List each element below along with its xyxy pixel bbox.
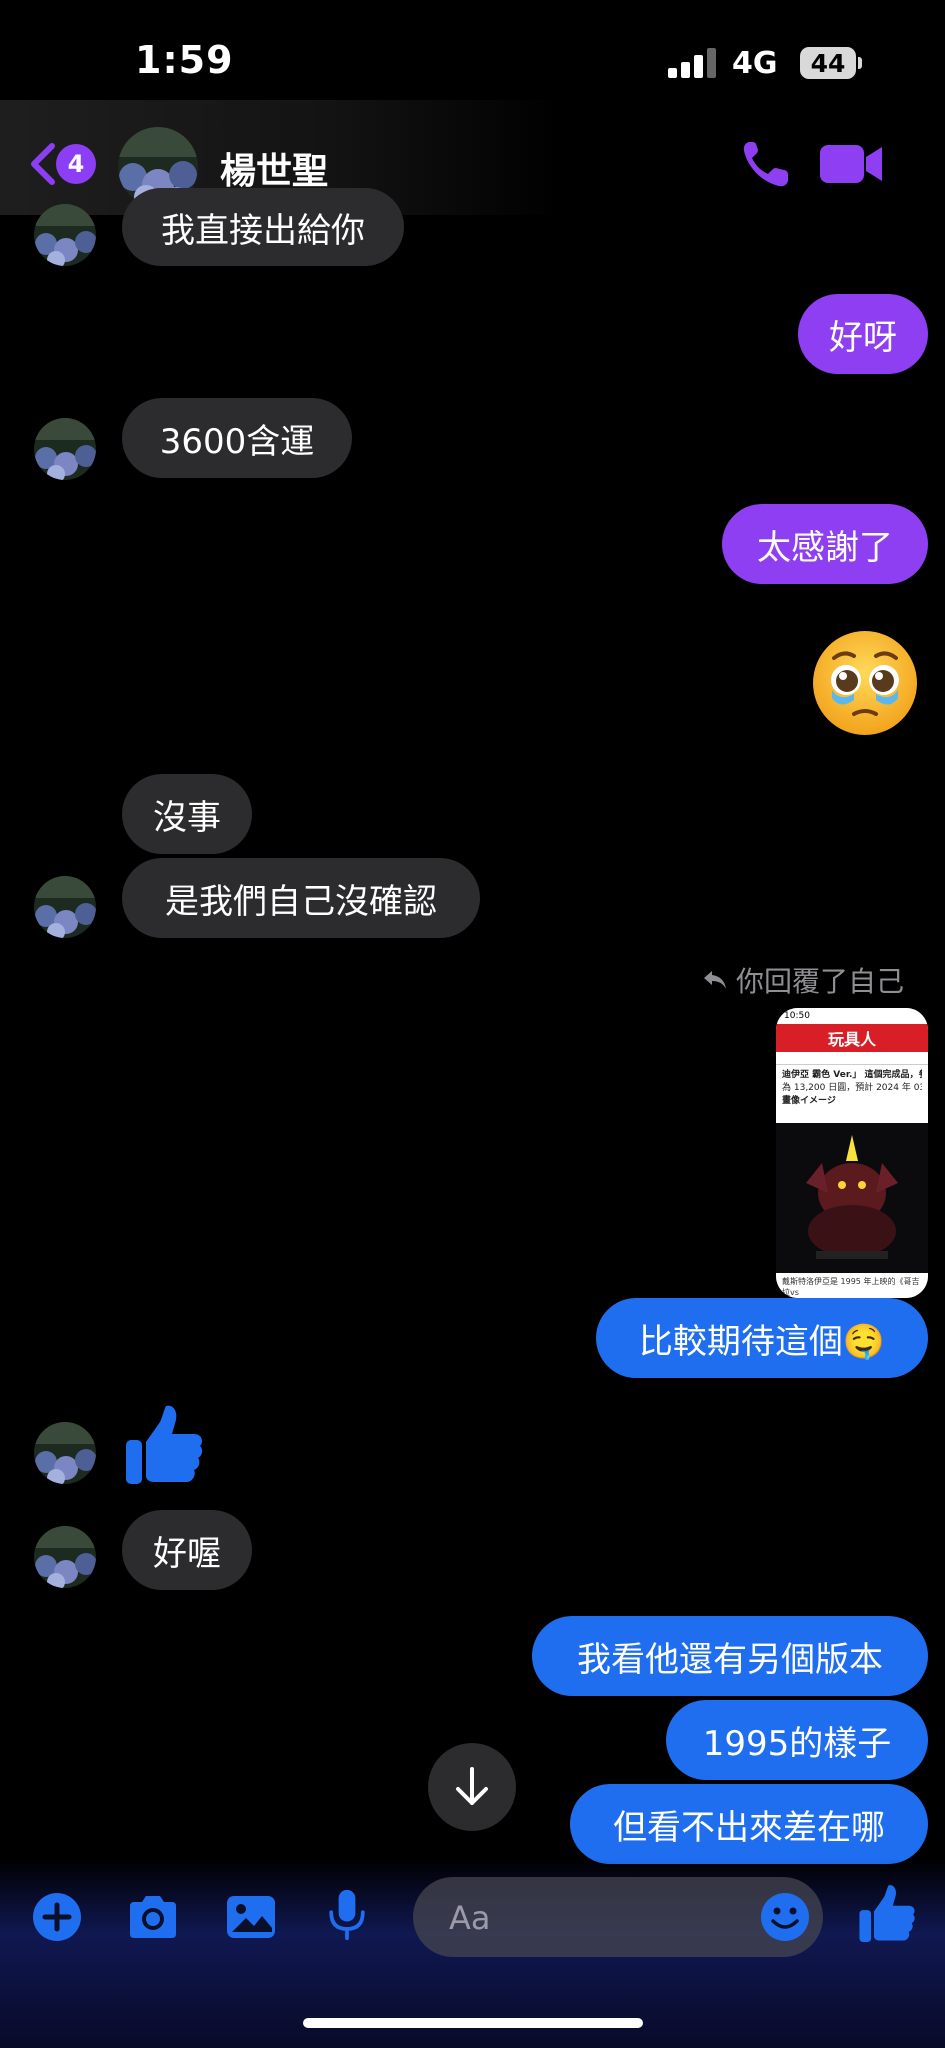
message-bubble[interactable]: 好喔 [122, 1510, 252, 1590]
message-bubble[interactable]: 我看他還有另個版本 [532, 1616, 928, 1696]
signal-icon [668, 48, 718, 78]
back-chevron-icon[interactable] [26, 140, 58, 188]
sender-avatar [34, 418, 96, 480]
message-bubble[interactable]: 是我們自己沒確認 [122, 858, 480, 938]
attachment-status-time: 10:50 [776, 1008, 928, 1024]
image-icon[interactable] [224, 1890, 278, 1944]
phone-icon[interactable] [740, 138, 792, 190]
attachment-text: 迪伊亞 霸色 Ver.」 這個完成品，參考售價 為 13,200 日圓，預計 2… [776, 1065, 928, 1123]
attachment-line-2: 為 13,200 日圓，預計 2024 年 03 月發售！ [782, 1083, 922, 1093]
message-bubble[interactable]: 沒事 [122, 774, 252, 854]
attachment-nav [776, 1052, 928, 1065]
attachment-line-1: 迪伊亞 霸色 Ver.」 這個完成品，參考售價 [782, 1070, 922, 1080]
reply-note-text: 你回覆了自己 [736, 965, 905, 998]
reply-icon [704, 971, 726, 989]
pleading-face-emoji[interactable] [810, 628, 920, 738]
sender-avatar [34, 1526, 96, 1588]
sender-avatar [34, 876, 96, 938]
attachment-caption: 畫像イメージ [782, 1096, 836, 1106]
send-thumbs-up-icon[interactable] [858, 1882, 916, 1944]
unread-count-badge[interactable]: 4 [56, 144, 96, 184]
attachment-figure-image [776, 1123, 928, 1273]
attachment-site-title: 玩具人 [776, 1024, 928, 1052]
arrow-down-icon [456, 1767, 488, 1805]
reply-note: 你回覆了自己 [702, 960, 904, 1000]
status-time: 1:59 [135, 38, 234, 82]
contact-name[interactable]: 楊世聖 [220, 142, 328, 194]
attachment-screenshot[interactable]: 10:50 玩具人 迪伊亞 霸色 Ver.」 這個完成品，參考售價 為 13,2… [776, 1008, 928, 1298]
scroll-to-bottom-button[interactable] [428, 1743, 516, 1831]
attachment-footer: 戴斯特洛伊亞是 1995 年上映的《哥吉拉vs [776, 1273, 928, 1298]
microphone-icon[interactable] [320, 1888, 374, 1942]
video-camera-icon[interactable] [820, 143, 882, 185]
sender-avatar [34, 204, 96, 266]
thumbs-up-icon[interactable] [124, 1402, 204, 1486]
message-input-container[interactable] [413, 1877, 823, 1959]
message-bubble[interactable]: 但看不出來差在哪 [570, 1784, 928, 1864]
message-bubble[interactable]: 1995的樣子 [666, 1700, 928, 1780]
network-type: 4G [732, 46, 778, 81]
message-bubble[interactable]: 3600含運 [122, 398, 352, 478]
sender-avatar [34, 1422, 96, 1484]
message-bubble[interactable]: 好呀 [798, 294, 928, 374]
plus-icon[interactable] [30, 1890, 84, 1944]
message-bubble[interactable]: 比較期待這個🤤 [596, 1298, 928, 1378]
message-bubble[interactable]: 太感謝了 [722, 504, 928, 584]
camera-icon[interactable] [126, 1890, 180, 1944]
message-input[interactable] [447, 1877, 731, 1959]
battery-level: 44 [800, 47, 856, 79]
message-bubble[interactable]: 我直接出給你 [122, 188, 404, 266]
battery-tip [858, 57, 862, 69]
home-indicator[interactable] [303, 2018, 643, 2028]
emoji-icon[interactable] [759, 1891, 811, 1943]
